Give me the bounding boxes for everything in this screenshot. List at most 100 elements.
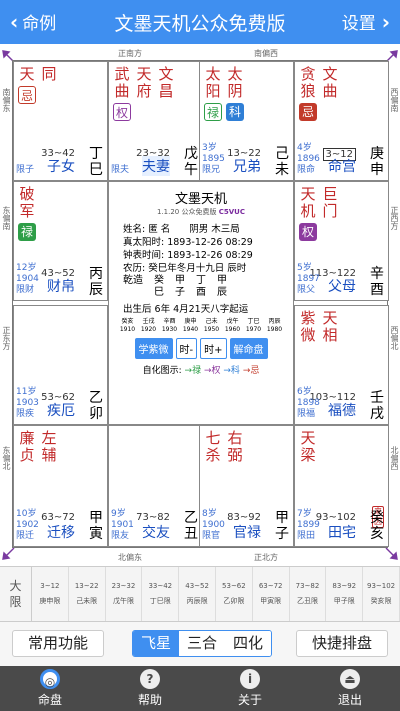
function-toolbar: 常用功能 飞星 三合 四化 快捷排盘 [0, 622, 400, 666]
nav-item-help[interactable]: ? 帮助 [100, 666, 200, 711]
palace-name: 夫妻 [142, 156, 170, 176]
palace-cell[interactable]: 太阳禄太阴科 13~22 3岁 1895 限兄 兄弟 己未 [199, 61, 294, 181]
tab-feixing[interactable]: 飞星 [133, 631, 179, 656]
star: 紫微 [298, 310, 318, 344]
palace-name: 迁移 [47, 525, 75, 541]
version-label: 1.1.20 公众免费版 C5VUC [157, 208, 245, 216]
limit-info: 限子 [16, 165, 35, 175]
daxian-item[interactable]: 3~12 庚申限 [32, 567, 69, 621]
daxian-item[interactable]: 13~22 己未限 [69, 567, 106, 621]
limit-info: 11岁 1903 限疾 [16, 387, 39, 419]
limit-info: 3岁 1895 限兄 [202, 143, 225, 175]
star: 贪狼忌 [298, 66, 318, 121]
learn-ziwei-button[interactable]: 学紫微 [134, 338, 173, 359]
bazi-pillars: 乾造 癸巳 甲子 丁酉 甲辰 [123, 275, 227, 298]
ganzhi-label: 甲寅 [89, 510, 103, 542]
palace-cell[interactable]: 73~82 9岁 1901 限友 交友 乙丑 [108, 425, 203, 547]
dayun-column: 己未 1950 [203, 318, 220, 333]
star: 七杀 [203, 430, 223, 464]
star-name: 右弼 [227, 429, 243, 464]
tab-sihua[interactable]: 四化 [225, 631, 271, 656]
star: 天机权 [298, 186, 318, 241]
star: 天府 [134, 66, 154, 121]
ganzhi-label: 丁巳 [89, 146, 103, 178]
self-hua-legend: 自化图示: →禄 →权 →科 →忌 [142, 366, 260, 376]
star-name: 巨门 [322, 185, 338, 220]
ganzhi-label: 壬戌 [370, 390, 384, 422]
star-group: 天机权巨门 [298, 186, 340, 241]
ganzhi-label: 戊午 [184, 146, 198, 178]
star-group: 贪狼忌文曲 [298, 66, 340, 121]
daxian-item[interactable]: 63~72 甲寅限 [253, 567, 290, 621]
star-name: 天 [19, 65, 35, 83]
limit-info: 限夫 [111, 165, 130, 175]
palace-cell[interactable]: 53~62 11岁 1903 限疾 疾厄 乙卯 [13, 305, 108, 425]
palace-cell[interactable]: 武曲权天府 文昌 23~32 限夫 夫妻 戊午 [108, 61, 203, 181]
mode-segmented-control: 飞星 三合 四化 [132, 630, 272, 657]
center-info-panel: 文墨天机 1.1.20 公众免费版 C5VUC 姓名: 匿 名 阴男 木三局 真… [108, 181, 294, 425]
daxian-label: 大限 [0, 567, 32, 621]
hour-minus-button[interactable]: 时- [175, 338, 198, 359]
page-title: 文墨天机公众免费版 [114, 13, 286, 35]
quick-chart-button[interactable]: 快捷排盘 [296, 630, 388, 657]
ganzhi-label: 丙辰 [89, 266, 103, 298]
daxian-item[interactable]: 83~92 甲子限 [326, 567, 364, 621]
daxian-item[interactable]: 93~102 癸亥限 [363, 567, 400, 621]
dayun-column: 戊午 1960 [224, 318, 241, 333]
nav-item-about[interactable]: i 关于 [200, 666, 300, 711]
daxian-item[interactable]: 33~42 丁巳限 [142, 567, 180, 621]
daxian-item[interactable]: 73~82 乙丑限 [290, 567, 327, 621]
star-name: 太阴 [227, 65, 243, 100]
info-line: 真太阳时: 1893-12-26 08:29 [123, 237, 253, 248]
palace-cell[interactable]: 廉贞 左辅 63~72 10岁 1902 限迁 迁移 甲寅 [13, 425, 108, 547]
palace-cell[interactable]: 七杀 右弼 83~92 8岁 1900 限官 官禄 甲子 [199, 425, 294, 547]
interpret-chart-button[interactable]: 解命盘 [229, 338, 268, 359]
daxian-item[interactable]: 43~52 丙辰限 [179, 567, 216, 621]
nav-item-chart[interactable]: ◎ 命盘 [0, 666, 100, 711]
hour-plus-button[interactable]: 时+ [200, 338, 227, 359]
sihua-badge: 禄 [204, 103, 222, 121]
common-functions-button[interactable]: 常用功能 [12, 630, 104, 657]
star-group: 廉贞 左辅 [17, 430, 59, 464]
palace-cell[interactable]: 贪狼忌文曲 3~12 4岁 1896 限命 命宫 庚申 [294, 61, 389, 181]
star: 破军禄 [17, 186, 37, 241]
star: 武曲权 [112, 66, 132, 121]
star-name: 太阳 [205, 65, 221, 100]
star-name: 天机 [300, 185, 316, 220]
settings-button[interactable]: 设置 › [342, 9, 390, 35]
palace-grid: 天忌同 33~42 限子 子女 丁巳 武曲权天府 文昌 23~32 限夫 夫妻 戊午 太阳禄太阴科… [12, 60, 389, 548]
star-group: 天梁 [298, 430, 318, 464]
top-bar: ‹ 命例 文墨天机公众免费版 设置 › [0, 0, 400, 44]
palace-cell[interactable]: 破军禄 43~52 12岁 1904 限财 财帛 丙辰 [13, 181, 108, 301]
limit-info: 12岁 1904 限财 [16, 263, 39, 295]
tab-sanhe[interactable]: 三合 [179, 631, 225, 656]
birth-info: 姓名: 匿 名 阴男 木三局 真太阳时: 1893-12-26 08:29 钟表… [109, 223, 293, 275]
star: 文曲 [320, 66, 340, 121]
star: 太阳禄 [203, 66, 223, 121]
star: 文昌 [156, 66, 176, 121]
ganzhi-label: 己未 [275, 146, 289, 178]
ganzhi-label: 甲子 [275, 510, 289, 542]
palace-cell[interactable]: 天梁 来因 93~102 7岁 1899 限田 田宅 癸亥 [294, 425, 389, 547]
dayun-table: 癸亥 1910 壬戌 1920 辛酉 1930 庚申 1940 己未 1950 戊午 1960 丁巳 19… [109, 318, 293, 334]
limit-info: 8岁 1900 限官 [202, 509, 225, 541]
palace-cell[interactable]: 紫微 天相 103~112 6岁 1898 限福 福德 壬戌 [294, 305, 389, 425]
ziwei-chart[interactable]: 正南方 南偏西 北偏东 正北方 南偏东 东偏南 正东方 东偏北 西偏南 正西方 … [0, 44, 400, 566]
ganzhi-label: 癸亥 [370, 510, 384, 542]
ganzhi-label: 乙卯 [89, 390, 103, 422]
daxian-item[interactable]: 53~62 乙卯限 [216, 567, 253, 621]
star: 左辅 [39, 430, 59, 464]
daxian-item[interactable]: 23~32 戊午限 [106, 567, 143, 621]
palace-cell[interactable]: 天机权巨门 113~122 5岁 1897 限父 父母 辛酉 [294, 181, 389, 301]
star-name: 天府 [136, 65, 152, 100]
star: 天忌 [17, 66, 37, 104]
chart-icon: ◎ [40, 669, 60, 689]
limit-info: 10岁 1902 限迁 [16, 509, 39, 541]
nav-item-exit[interactable]: ⏏ 退出 [300, 666, 400, 711]
help-icon: ? [140, 669, 160, 689]
palace-cell[interactable]: 天忌同 33~42 限子 子女 丁巳 [13, 61, 108, 181]
dayun-column: 丙辰 1980 [266, 318, 283, 333]
star-name: 文昌 [158, 65, 174, 100]
star-name: 贪狼 [300, 65, 316, 100]
palace-name: 财帛 [47, 279, 75, 295]
